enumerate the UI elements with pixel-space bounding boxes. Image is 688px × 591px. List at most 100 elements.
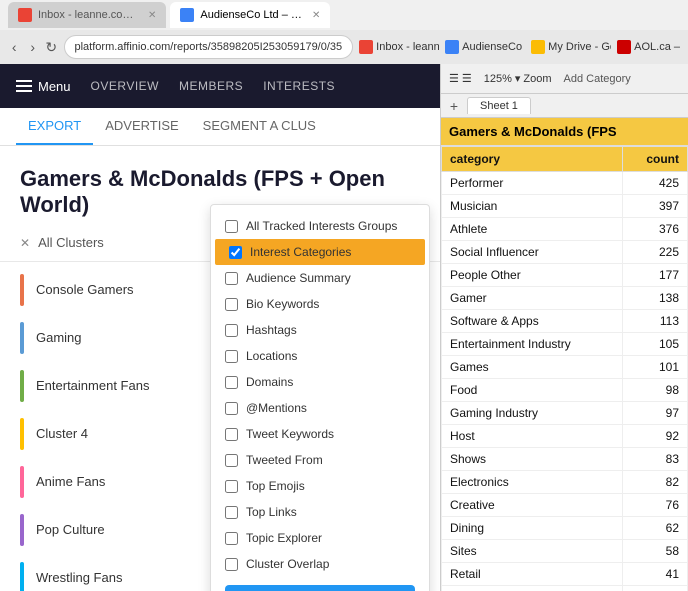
- table-row: Retail 41: [442, 563, 688, 586]
- refresh-button[interactable]: ↻: [45, 36, 58, 58]
- dropdown-item[interactable]: Interest Categories: [215, 239, 425, 265]
- dropdown-checkbox[interactable]: [225, 454, 238, 467]
- gmail-bm-icon: [359, 40, 373, 54]
- sheet-zoom: 125% ▾ Zoom: [484, 72, 552, 85]
- sub-nav-export[interactable]: EXPORT: [16, 108, 93, 145]
- dropdown-item-label: Audience Summary: [246, 271, 351, 285]
- count-cell: 101: [622, 356, 687, 379]
- dropdown-checkbox[interactable]: [225, 558, 238, 571]
- browser-tab-gmail[interactable]: Inbox - leanne.cochrane@au... ✕: [8, 2, 166, 28]
- dropdown-checkbox[interactable]: [225, 298, 238, 311]
- dropdown-item[interactable]: Top Links: [211, 499, 429, 525]
- dropdown-checkbox[interactable]: [225, 532, 238, 545]
- view-label: ☰: [462, 72, 472, 85]
- url-bar[interactable]: platform.affinio.com/reports/35898205I25…: [64, 35, 354, 59]
- table-row: Shows 83: [442, 448, 688, 471]
- browser-toolbar: ‹ › ↻ platform.affinio.com/reports/35898…: [0, 30, 688, 64]
- category-cell: Electronics: [442, 471, 623, 494]
- cluster-dot: [20, 370, 24, 402]
- dropdown-checkbox[interactable]: [225, 220, 238, 233]
- table-row: Food 98: [442, 379, 688, 402]
- dropdown-item[interactable]: Top Emojis: [211, 473, 429, 499]
- dropdown-item-label: Bio Keywords: [246, 297, 319, 311]
- dropdown-item[interactable]: Tweet Keywords: [211, 421, 429, 447]
- dropdown-checkbox[interactable]: [225, 428, 238, 441]
- dropdown-item[interactable]: All Tracked Interests Groups: [211, 213, 429, 239]
- category-cell: Channels: [442, 586, 623, 591]
- bookmark-aol[interactable]: AOL.ca –: [617, 40, 680, 54]
- sheet-title: Gamers & McDonalds (FPS: [441, 118, 688, 146]
- dropdown-item[interactable]: Tweeted From: [211, 447, 429, 473]
- category-cell: Musician: [442, 195, 623, 218]
- zoom-caret: ▾: [515, 72, 521, 85]
- dropdown-item-label: Domains: [246, 375, 293, 389]
- dropdown-checkbox[interactable]: [229, 246, 242, 259]
- add-category-button[interactable]: Add Category: [564, 73, 631, 85]
- sheet-view-button[interactable]: ☰ ☰: [449, 72, 472, 85]
- count-cell: 97: [622, 402, 687, 425]
- back-button[interactable]: ‹: [8, 36, 21, 58]
- dropdown-item[interactable]: Topic Explorer: [211, 525, 429, 551]
- table-row: Gamer 138: [442, 287, 688, 310]
- table-row: Social Influencer 225: [442, 241, 688, 264]
- affinio-bm-icon: [445, 40, 459, 54]
- dropdown-item-label: Top Emojis: [246, 479, 305, 493]
- dropdown-item-label: All Tracked Interests Groups: [246, 219, 397, 233]
- nav-overview[interactable]: OVERVIEW: [91, 79, 159, 93]
- view-icon: ☰: [449, 72, 459, 85]
- sub-nav: EXPORT ADVERTISE SEGMENT A CLUS: [0, 108, 440, 146]
- table-row: Entertainment Industry 105: [442, 333, 688, 356]
- col-header-count: count: [622, 147, 687, 172]
- gmail-tab-label: Inbox - leanne.cochrane@au...: [38, 9, 138, 21]
- dropdown-item-label: Tweeted From: [246, 453, 323, 467]
- url-text: platform.affinio.com/reports/35898205I25…: [75, 41, 343, 53]
- sub-nav-segment[interactable]: SEGMENT A CLUS: [191, 108, 328, 145]
- bookmark-drive[interactable]: My Drive - Google...: [531, 40, 611, 54]
- dropdown-checkbox[interactable]: [225, 402, 238, 415]
- count-cell: 376: [622, 218, 687, 241]
- menu-button[interactable]: Menu: [16, 79, 71, 94]
- table-row: Musician 397: [442, 195, 688, 218]
- browser-chrome: Inbox - leanne.cochrane@au... ✕ Audiense…: [0, 0, 688, 64]
- dropdown-checkbox[interactable]: [225, 480, 238, 493]
- export-csv-button[interactable]: Export CSV: [225, 585, 415, 591]
- bookmarks-bar: Inbox - leanne.coc... AudienseCo Ltd –..…: [359, 40, 680, 54]
- cluster-dot: [20, 562, 24, 591]
- affinio-tab-close[interactable]: ✕: [312, 10, 320, 21]
- dropdown-item[interactable]: Domains: [211, 369, 429, 395]
- dropdown-checkbox[interactable]: [225, 272, 238, 285]
- count-cell: 83: [622, 448, 687, 471]
- gmail-tab-close[interactable]: ✕: [148, 10, 156, 21]
- dropdown-checkbox[interactable]: [225, 324, 238, 337]
- nav-members[interactable]: MEMBERS: [179, 79, 243, 93]
- dropdown-item-label: Topic Explorer: [246, 531, 322, 545]
- bookmark-affinio[interactable]: AudienseCo Ltd –...: [445, 40, 525, 54]
- category-cell: Dining: [442, 517, 623, 540]
- dropdown-item[interactable]: Hashtags: [211, 317, 429, 343]
- dropdown-item[interactable]: Audience Summary: [211, 265, 429, 291]
- dropdown-item[interactable]: Locations: [211, 343, 429, 369]
- dropdown-item[interactable]: Bio Keywords: [211, 291, 429, 317]
- count-cell: 177: [622, 264, 687, 287]
- sub-nav-advertise[interactable]: ADVERTISE: [93, 108, 190, 145]
- dropdown-checkbox[interactable]: [225, 376, 238, 389]
- col-header-category: category: [442, 147, 623, 172]
- dropdown-checkbox[interactable]: [225, 506, 238, 519]
- table-row: Software & Apps 113: [442, 310, 688, 333]
- nav-interests[interactable]: INTERESTS: [263, 79, 335, 93]
- dropdown-item-label: @Mentions: [246, 401, 307, 415]
- category-cell: Games: [442, 356, 623, 379]
- add-sheet-button[interactable]: +: [445, 97, 463, 115]
- aol-bm-icon: [617, 40, 631, 54]
- category-cell: Shows: [442, 448, 623, 471]
- dropdown-checkbox[interactable]: [225, 350, 238, 363]
- dropdown-item[interactable]: @Mentions: [211, 395, 429, 421]
- x-icon: ✕: [20, 236, 30, 250]
- forward-button[interactable]: ›: [27, 36, 40, 58]
- dropdown-item[interactable]: Cluster Overlap: [211, 551, 429, 577]
- drive-bm-icon: [531, 40, 545, 54]
- bookmark-gmail[interactable]: Inbox - leanne.coc...: [359, 40, 439, 54]
- sheet-tab-1[interactable]: Sheet 1: [467, 97, 531, 114]
- count-cell: 92: [622, 425, 687, 448]
- browser-tab-affinio[interactable]: AudienseCo Ltd – Calendar ✕: [170, 2, 330, 28]
